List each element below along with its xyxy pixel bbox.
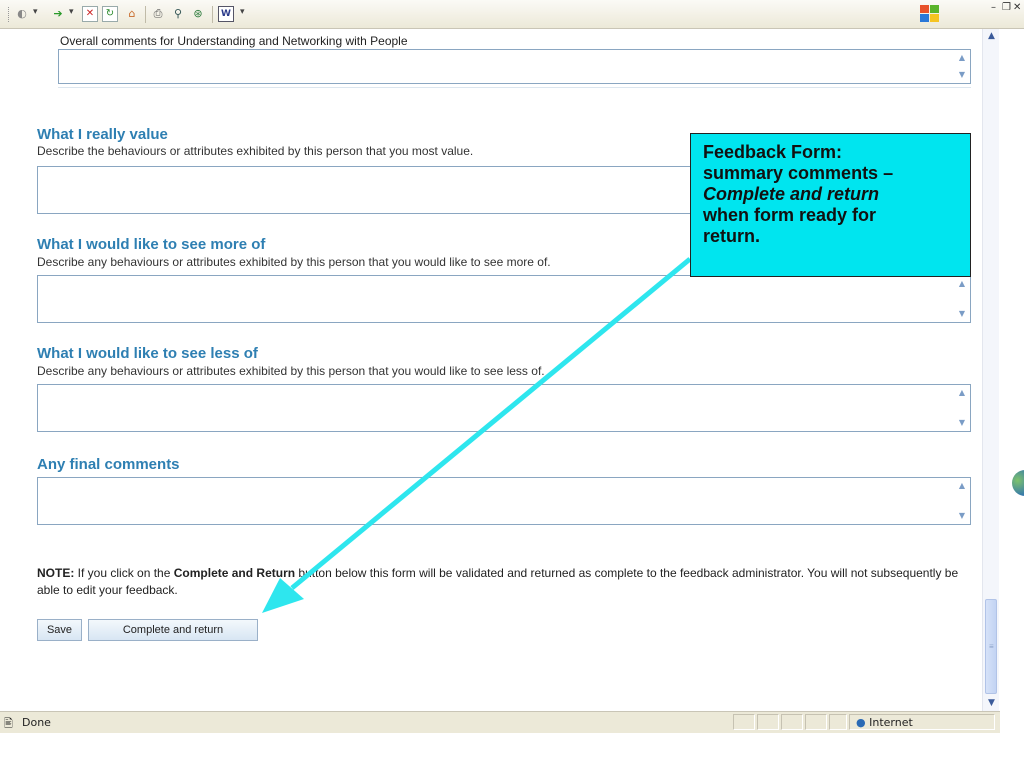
callout-line-4: when form ready for <box>703 205 877 225</box>
refresh-icon[interactable]: ↻ <box>102 6 118 22</box>
callout-line-3: Complete and return <box>703 184 880 204</box>
textarea-scroll-down-icon[interactable]: ▼ <box>956 69 968 81</box>
section-desc-really-value: Describe the behaviours or attributes ex… <box>37 144 474 158</box>
overall-comments-textarea[interactable]: ▲ ▼ <box>58 49 971 84</box>
section-desc-see-more: Describe any behaviours or attributes ex… <box>37 255 551 269</box>
internet-zone: ● Internet <box>856 716 913 729</box>
callout-line-5: return. <box>703 226 761 246</box>
textarea-scroll-up-icon[interactable]: ▲ <box>956 387 968 399</box>
home-icon[interactable]: ⌂ <box>124 6 140 22</box>
save-button[interactable]: Save <box>37 619 82 641</box>
scroll-up-icon[interactable]: ▲ <box>984 29 999 44</box>
note-label: NOTE: <box>37 566 75 580</box>
word-icon[interactable]: W <box>218 6 234 22</box>
section-title-final-comments: Any final comments <box>37 456 180 473</box>
annotation-callout: Feedback Form: summary comments – Comple… <box>690 133 971 277</box>
textarea-scroll-down-icon[interactable]: ▼ <box>956 510 968 522</box>
textarea-scroll-down-icon[interactable]: ▼ <box>956 417 968 429</box>
page-done-icon: 🖹 <box>4 717 13 730</box>
stop-icon[interactable]: ✕ <box>82 6 98 22</box>
submission-note: NOTE: If you click on the Complete and R… <box>37 565 967 599</box>
status-text: Done <box>22 716 51 729</box>
note-text-pre: If you click on the <box>74 566 174 580</box>
section-title-really-value: What I really value <box>37 126 168 143</box>
section-desc-see-less: Describe any behaviours or attributes ex… <box>37 364 545 378</box>
forward-dropdown-icon[interactable]: ▾ <box>69 7 74 17</box>
windows-logo-icon <box>919 4 941 23</box>
back-icon[interactable]: ◐ <box>14 6 30 22</box>
textarea-scroll-down-icon[interactable]: ▼ <box>956 308 968 320</box>
scrollbar-thumb[interactable]: ≡ <box>985 599 997 694</box>
forward-icon[interactable]: ➔ <box>50 6 66 22</box>
history-icon[interactable]: ⊛ <box>190 6 206 22</box>
complete-and-return-button[interactable]: Complete and return <box>88 619 258 641</box>
toolbar-grip[interactable] <box>8 7 12 22</box>
note-button-name: Complete and Return <box>173 566 296 580</box>
textarea-scroll-up-icon[interactable]: ▲ <box>956 52 968 64</box>
restore-icon[interactable]: ❐ <box>1002 2 1011 13</box>
section-title-see-more: What I would like to see more of <box>37 236 266 253</box>
textarea-scroll-up-icon[interactable]: ▲ <box>956 480 968 492</box>
section-title-see-less: What I would like to see less of <box>37 345 258 362</box>
close-icon[interactable]: ✕ <box>1013 2 1021 13</box>
callout-line-2: summary comments – <box>703 163 894 183</box>
page-scrollbar[interactable]: ▲ ≡ ▼ <box>982 29 999 711</box>
minimize-icon[interactable]: – <box>991 2 996 13</box>
overall-comments-label: Overall comments for Understanding and N… <box>60 34 408 48</box>
word-dropdown-icon[interactable]: ▾ <box>240 7 245 17</box>
feedback-form-page: Overall comments for Understanding and N… <box>0 29 982 711</box>
textarea-scroll-up-icon[interactable]: ▲ <box>956 278 968 290</box>
internet-zone-label: Internet <box>869 716 913 729</box>
see-less-textarea[interactable]: ▲ ▼ <box>37 384 971 432</box>
globe-icon <box>1012 470 1024 496</box>
scroll-down-icon[interactable]: ▼ <box>984 696 999 711</box>
search-icon[interactable]: ⚲ <box>170 6 186 22</box>
internet-zone-icon: ● <box>856 716 866 729</box>
callout-line-1: Feedback Form: <box>703 142 843 162</box>
final-comments-textarea[interactable]: ▲ ▼ <box>37 477 971 525</box>
print-icon[interactable]: ⎙ <box>150 6 166 22</box>
status-bar: 🖹 Done ● Internet <box>0 711 1000 733</box>
back-dropdown-icon[interactable]: ▾ <box>33 7 38 17</box>
see-more-textarea[interactable]: ▲ ▼ <box>37 275 971 323</box>
browser-toolbar: ◐ ▾ ➔ ▾ ✕ ↻ ⌂ ⎙ ⚲ ⊛ W ▾ – ❐ ✕ <box>0 0 1024 29</box>
